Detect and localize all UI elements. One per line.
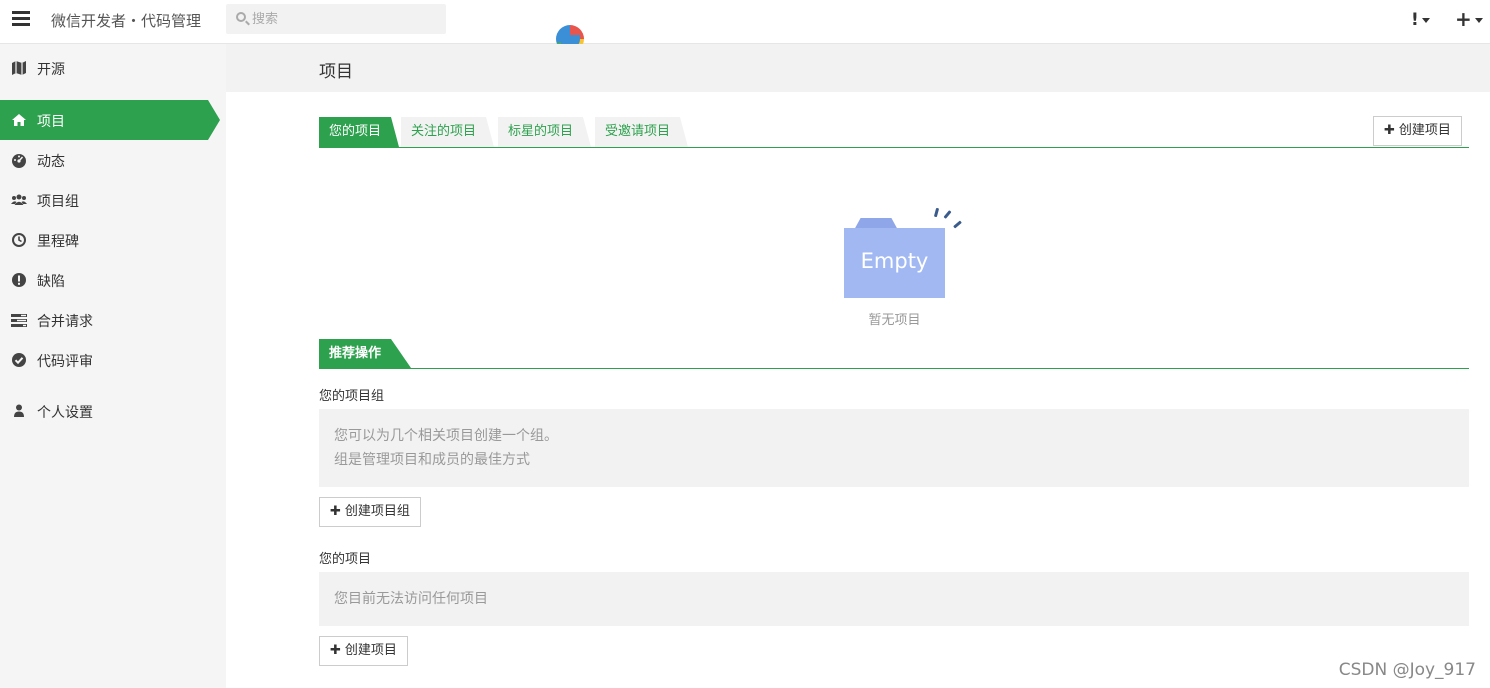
projects-info-line: 您目前无法访问任何项目 xyxy=(334,591,488,607)
sidebar-item-code-review[interactable]: 代码评审 xyxy=(0,340,208,380)
sidebar: 开源 项目 动态 项目组 里程碑 缺陷 合并请求 代码评审 个人设置 xyxy=(0,44,226,688)
sidebar-item-label: 缺陷 xyxy=(37,274,65,290)
users-icon xyxy=(11,192,27,208)
projects-info-box: 您目前无法访问任何项目 xyxy=(319,572,1469,626)
plus-icon: + xyxy=(1455,7,1472,31)
create-project-button[interactable]: ✚ 创建项目 xyxy=(1373,116,1462,146)
sidebar-item-projects[interactable]: 项目 xyxy=(0,100,220,140)
groups-info-line: 组是管理项目和成员的最佳方式 xyxy=(334,452,530,468)
sidebar-item-label: 动态 xyxy=(37,154,65,170)
tasks-icon xyxy=(11,312,27,328)
caret-down-icon xyxy=(1421,17,1430,23)
button-label: 创建项目 xyxy=(1398,123,1451,138)
spark-icon xyxy=(943,210,952,219)
dashboard-icon xyxy=(11,152,27,168)
watermark: CSDN @Joy_917 xyxy=(1338,660,1476,680)
recommend-title: 推荐操作 xyxy=(319,339,412,368)
sidebar-item-label: 开源 xyxy=(37,62,65,78)
sidebar-item-label: 合并请求 xyxy=(37,314,93,330)
exclamation-icon: ! xyxy=(1411,10,1419,30)
create-group-button[interactable]: ✚ 创建项目组 xyxy=(319,497,421,527)
sidebar-item-groups[interactable]: 项目组 xyxy=(0,180,208,220)
groups-label: 您的项目组 xyxy=(319,389,385,404)
button-label: 创建项目组 xyxy=(344,504,410,519)
caret-down-icon xyxy=(1474,18,1483,23)
sidebar-item-label: 代码评审 xyxy=(37,354,93,370)
plus-icon: ✚ xyxy=(330,504,341,519)
top-bar: 微信开发者・代码管理 ! + xyxy=(0,0,1490,53)
clock-icon xyxy=(11,232,27,248)
recommend-section-header: 推荐操作 xyxy=(319,339,1469,369)
sidebar-item-label: 项目组 xyxy=(37,194,79,210)
menu-icon[interactable] xyxy=(12,11,30,27)
exclamation-circle-icon xyxy=(11,272,27,288)
empty-image-text: Empty xyxy=(860,249,929,273)
empty-caption: 暂无项目 xyxy=(868,313,921,328)
map-icon xyxy=(11,60,27,76)
search-box[interactable] xyxy=(226,4,446,34)
search-input[interactable] xyxy=(252,9,432,29)
check-circle-icon xyxy=(11,352,27,368)
create-project-button-secondary[interactable]: ✚ 创建项目 xyxy=(319,636,408,666)
alerts-dropdown[interactable]: ! xyxy=(1411,10,1430,30)
page-title: 项目 xyxy=(319,62,353,82)
project-tabs: 您的项目 关注的项目 标星的项目 受邀请项目 xyxy=(319,117,1469,148)
tab-watched-projects[interactable]: 关注的项目 xyxy=(401,117,495,147)
button-label: 创建项目 xyxy=(344,643,397,658)
tab-starred-projects[interactable]: 标星的项目 xyxy=(498,117,592,147)
sidebar-item-milestones[interactable]: 里程碑 xyxy=(0,220,208,260)
user-icon xyxy=(11,403,27,419)
sidebar-item-merge-requests[interactable]: 合并请求 xyxy=(0,300,208,340)
sidebar-item-issues[interactable]: 缺陷 xyxy=(0,260,208,300)
sidebar-item-activity[interactable]: 动态 xyxy=(0,140,208,180)
home-icon xyxy=(11,112,27,128)
spark-icon xyxy=(933,207,940,218)
sidebar-item-label: 里程碑 xyxy=(37,234,79,250)
sidebar-item-opensource[interactable]: 开源 xyxy=(0,48,208,88)
spark-icon xyxy=(953,220,962,229)
plus-icon: ✚ xyxy=(1384,123,1395,138)
tab-your-projects[interactable]: 您的项目 xyxy=(319,117,400,147)
sidebar-item-label: 项目 xyxy=(37,114,65,130)
search-icon xyxy=(236,12,246,22)
tab-invited-projects[interactable]: 受邀请项目 xyxy=(595,117,689,147)
plus-icon: ✚ xyxy=(330,643,341,658)
projects-label: 您的项目 xyxy=(319,552,372,567)
groups-info-line: 您可以为几个相关项目创建一个组。 xyxy=(334,428,558,444)
page-header: 项目 xyxy=(226,44,1490,92)
add-dropdown[interactable]: + xyxy=(1455,7,1483,31)
groups-info-box: 您可以为几个相关项目创建一个组。 组是管理项目和成员的最佳方式 xyxy=(319,409,1469,487)
sidebar-item-settings[interactable]: 个人设置 xyxy=(0,391,208,431)
app-title: 微信开发者・代码管理 xyxy=(51,12,202,30)
empty-folder-illustration: Empty xyxy=(844,218,945,298)
sidebar-item-label: 个人设置 xyxy=(37,405,93,421)
